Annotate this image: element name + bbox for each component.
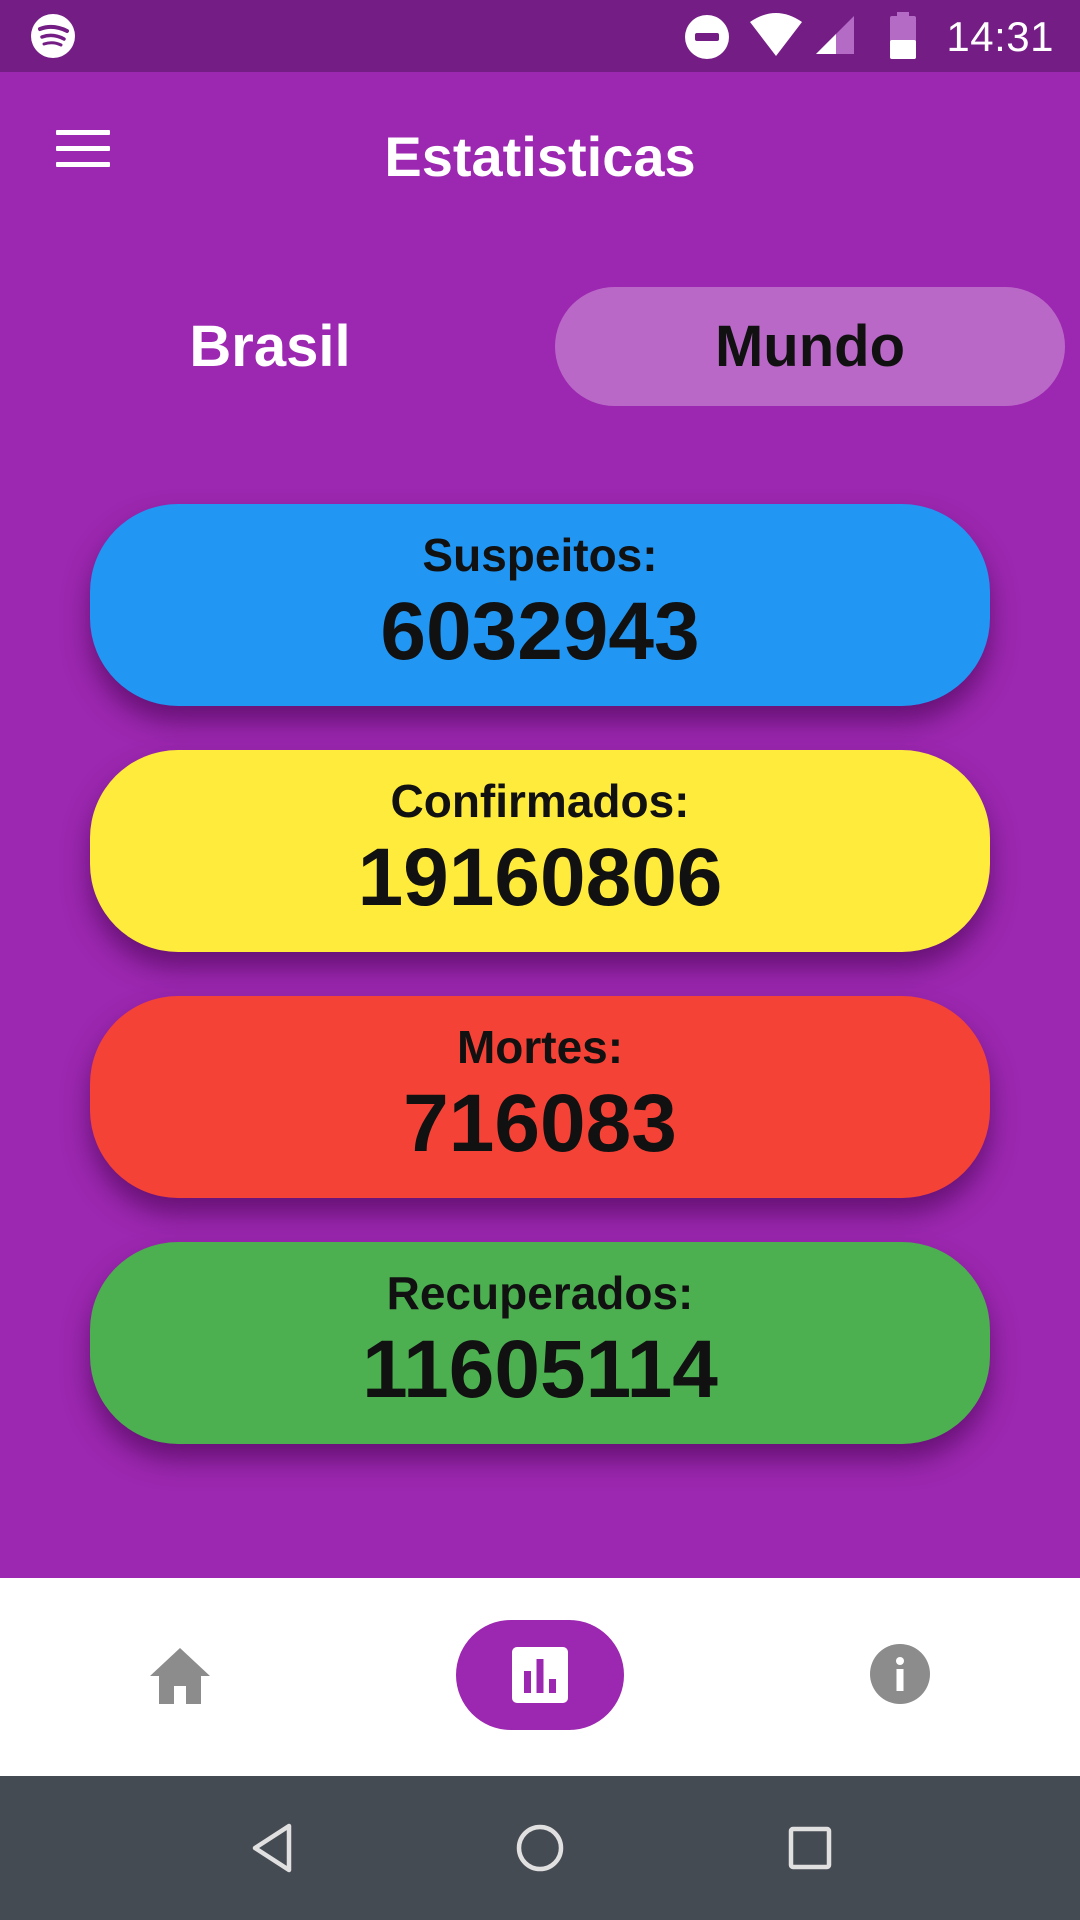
statistics-screen: 14:31 Estatisticas Brasil Mundo Suspeito… — [0, 0, 1080, 1920]
info-icon[interactable] — [868, 1642, 932, 1706]
system-navigation-bar — [0, 1776, 1080, 1920]
recovered-value: 11605114 — [362, 1324, 718, 1415]
recovered-label: Recuperados: — [386, 1267, 694, 1319]
toolbar: Estatisticas — [0, 72, 1080, 242]
deaths-label: Mortes: — [456, 1021, 624, 1073]
confirmed-value: 19160806 — [357, 832, 723, 923]
suspected-value: 6032943 — [380, 586, 700, 677]
deaths-value: 716083 — [403, 1078, 677, 1169]
bar-chart-icon — [512, 1647, 568, 1703]
wifi-icon — [750, 13, 802, 56]
cell-signal-icon — [816, 16, 854, 54]
suspected-card: Suspeitos: 6032943 — [90, 504, 990, 706]
status-bar: 14:31 — [0, 0, 1080, 72]
do-not-disturb-icon — [685, 15, 729, 59]
recents-icon[interactable] — [782, 1820, 838, 1876]
page-title: Estatisticas — [384, 125, 696, 188]
tab-mundo[interactable]: Mundo — [555, 287, 1065, 406]
back-icon[interactable] — [245, 1820, 301, 1876]
tab-brasil[interactable]: Brasil — [60, 287, 480, 406]
suspected-label: Suspeitos: — [422, 529, 658, 581]
home-icon[interactable] — [146, 1642, 214, 1710]
recovered-card: Recuperados: 11605114 — [90, 1242, 990, 1444]
confirmed-card: Confirmados: 19160806 — [90, 750, 990, 952]
status-clock: 14:31 — [946, 13, 1054, 60]
nav-statistics-button[interactable] — [456, 1620, 624, 1730]
confirmed-label: Confirmados: — [390, 775, 690, 827]
spotify-icon — [31, 14, 75, 58]
battery-icon — [890, 12, 916, 59]
home-circle-icon[interactable] — [512, 1820, 568, 1876]
bottom-navigation — [0, 1578, 1080, 1776]
deaths-card: Mortes: 716083 — [90, 996, 990, 1198]
